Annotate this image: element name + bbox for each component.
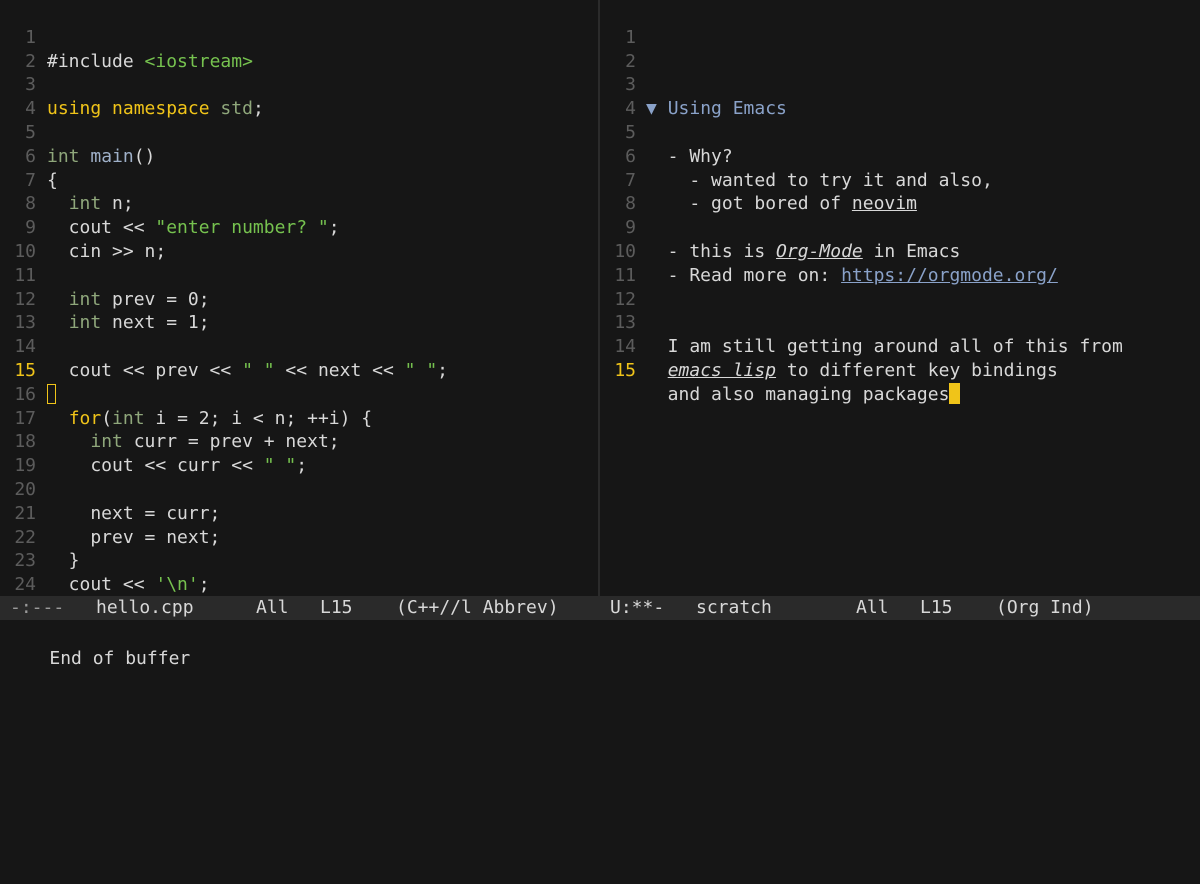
code-line[interactable]: 22 } [0,502,598,572]
org-line-current[interactable]: 15 and also managing packages [600,335,1200,405]
code-line[interactable]: 24 return 0; [0,549,598,595]
code-line[interactable]: 2 [0,26,598,72]
org-line[interactable]: 10 - Read more on: https://orgmode.org/ [600,216,1200,286]
org-line[interactable]: 9 - this is Org-Mode in Emacs [600,192,1200,262]
left-status-flags: -:--- [10,597,65,618]
org-line[interactable]: 13 I am still getting around all of this… [600,288,1200,357]
code-line[interactable]: 10 [0,216,598,262]
mode-line[interactable]: -:--- hello.cpp All L15 (C++//l Abbrev) … [0,596,1200,620]
echo-message: End of buffer [49,648,191,669]
code-line[interactable]: 21 prev = next; [0,478,598,548]
editor-pane-hello-cpp[interactable]: 1 #include <iostream> 2 3 using namespac… [0,0,598,596]
left-line-number: L15 [320,597,353,618]
right-status-flags: U:**- [610,597,665,618]
org-line[interactable]: 14 emacs lisp to different key bindings [600,311,1200,381]
minibuffer[interactable]: End of buffer [0,620,1200,669]
code-line[interactable]: 16 for(int i = 2; i < n; ++i) { [0,359,598,429]
org-lines: 1 2 3 ▼ Using Emacs 4 5 - Why? 6 - wante… [600,2,1200,405]
paragraph-text: and also managing packages [646,383,950,405]
code-line[interactable]: 3 using namespace std; [0,50,598,119]
right-line-number: L15 [920,597,953,618]
code-line[interactable]: 19 [0,430,598,476]
code-line[interactable]: 1 #include <iostream> [0,2,598,72]
org-line[interactable]: 7 - got bored of neovim [600,145,1200,215]
right-major-mode[interactable]: (Org Ind) [996,596,1094,620]
org-line[interactable]: 6 - wanted to try it and also, [600,121,1200,191]
org-line[interactable]: 5 - Why? [600,97,1200,167]
code-line[interactable]: 12 int next = 1; [0,264,598,334]
org-line[interactable]: 12 [600,264,1200,310]
org-line[interactable]: 3 ▼ Using Emacs [600,50,1200,119]
left-position: All [256,597,289,618]
code-line[interactable]: 17 int curr = prev + next; [0,383,598,453]
code-line[interactable]: 11 int prev = 0; [0,240,598,310]
code-line[interactable]: 9 cin >> n; [0,192,598,262]
code-line[interactable]: 7 int n; [0,145,598,215]
code-line[interactable]: 20 next = curr; [0,454,598,524]
emacs-window: 1 #include <iostream> 2 3 using namespac… [0,0,1200,669]
org-line[interactable]: 4 [600,73,1200,119]
line-number-current: 15 [614,359,636,381]
code-lines: 1 #include <iostream> 2 3 using namespac… [0,2,598,596]
code-line[interactable]: 25 } [0,573,598,596]
code-line[interactable]: 5 int main() [0,97,598,167]
left-buffer-name[interactable]: hello.cpp [96,596,194,620]
code-line-current[interactable]: 15 [0,335,598,404]
code-line[interactable]: 4 [0,73,598,119]
editor-pane-scratch[interactable]: 1 2 3 ▼ Using Emacs 4 5 - Why? 6 - wante… [600,0,1200,596]
org-line[interactable]: 1 [600,2,1200,48]
right-buffer-name[interactable]: scratch [696,596,772,620]
org-line[interactable]: 2 [600,26,1200,72]
code-line[interactable]: 14 cout << prev << " " << next << " "; [0,311,598,381]
text-cursor [949,382,961,404]
code-line[interactable]: 13 [0,288,598,333]
left-major-mode[interactable]: (C++//l Abbrev) [396,596,559,620]
org-line[interactable]: 11 [600,240,1200,286]
code-line[interactable]: 6 { [0,121,598,191]
code-line[interactable]: 8 cout << "enter number? "; [0,169,598,238]
code-line[interactable]: 18 cout << curr << " "; [0,407,598,476]
right-position: All [856,597,889,618]
code-line[interactable]: 23 cout << '\n'; [0,526,598,595]
org-line[interactable]: 8 [600,169,1200,214]
